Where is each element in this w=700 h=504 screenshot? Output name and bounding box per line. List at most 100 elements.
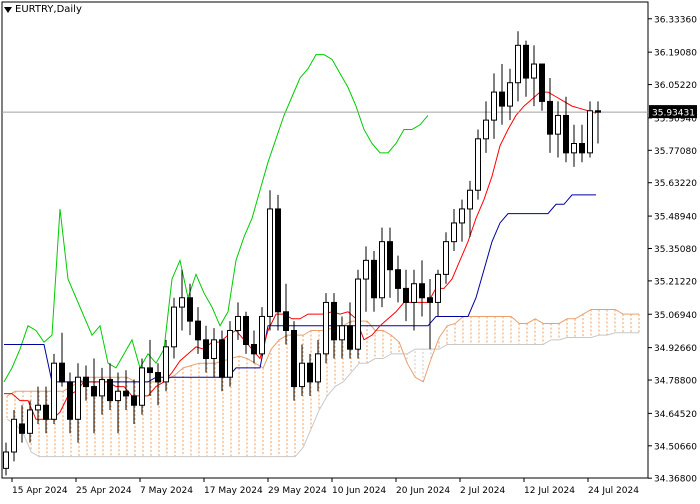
candle-body bbox=[139, 367, 145, 406]
kijun-sen-line bbox=[4, 194, 596, 383]
candle-body bbox=[203, 339, 209, 360]
y-tick-label: 35.48940 bbox=[654, 213, 697, 223]
x-tick-label: 25 Apr 2024 bbox=[76, 486, 132, 496]
candle-body bbox=[283, 311, 289, 331]
y-tick-label: 34.50660 bbox=[654, 442, 697, 452]
candle-body bbox=[563, 114, 569, 154]
candle-body bbox=[451, 222, 457, 243]
candle-body bbox=[507, 82, 513, 107]
candle-body bbox=[91, 386, 97, 397]
candle-body bbox=[475, 138, 481, 191]
candle-body bbox=[587, 110, 593, 154]
candle-body bbox=[147, 367, 153, 374]
candle-body bbox=[411, 283, 417, 303]
chikou-span-line bbox=[3, 54, 429, 383]
y-tick-label: 35.35080 bbox=[654, 245, 697, 255]
candle-body bbox=[67, 381, 73, 420]
x-tick-label: 24 Jul 2024 bbox=[588, 486, 639, 496]
y-tick-label: 34.78800 bbox=[654, 377, 697, 387]
candle-body bbox=[179, 297, 185, 308]
candle-body bbox=[251, 343, 257, 355]
candle-body bbox=[363, 259, 369, 280]
candle-body bbox=[491, 91, 497, 121]
x-tick-label: 29 May 2024 bbox=[268, 486, 327, 496]
candle-body bbox=[307, 362, 313, 383]
y-tick-label: 35.21220 bbox=[654, 277, 697, 287]
candle-body bbox=[339, 325, 345, 341]
candle-body bbox=[27, 409, 33, 434]
candle-body bbox=[115, 390, 121, 402]
candle-body bbox=[531, 63, 537, 79]
candle-body bbox=[419, 283, 425, 299]
candle-body bbox=[275, 208, 281, 313]
candle-body bbox=[235, 315, 241, 331]
chart-container: EURTRY,Daily 36.33360 36.19080 36.05220 35.… bbox=[0, 0, 700, 500]
candle-body bbox=[403, 287, 409, 303]
candle-body bbox=[579, 142, 585, 154]
chart-svg: 36.3336036.1908036.0522035.9094035.77080… bbox=[1, 1, 697, 496]
y-tick-label: 35.77080 bbox=[654, 147, 697, 157]
candle-body bbox=[59, 362, 65, 383]
candle-body bbox=[395, 269, 401, 289]
y-tick-label: 35.63220 bbox=[654, 179, 697, 189]
candle-body bbox=[323, 301, 329, 355]
x-tick-label: 20 Jun 2024 bbox=[396, 486, 450, 496]
candle-body bbox=[387, 241, 393, 271]
current-price-label: 35.93431 bbox=[652, 109, 695, 119]
candle-body bbox=[467, 189, 473, 210]
symbol-title: EURTRY,Daily bbox=[15, 4, 82, 15]
candle-body bbox=[347, 325, 353, 350]
y-tick-label: 36.33360 bbox=[654, 15, 697, 25]
candle-body bbox=[211, 339, 217, 360]
candle-body bbox=[483, 119, 489, 140]
candle-body bbox=[99, 379, 105, 397]
x-tick-label: 17 May 2024 bbox=[204, 486, 263, 496]
candle-body bbox=[267, 208, 273, 317]
y-tick-label: 34.36800 bbox=[654, 475, 697, 485]
y-tick-label: 34.92660 bbox=[654, 344, 697, 354]
dropdown-triangle-icon[interactable] bbox=[4, 6, 12, 13]
x-tick-label: 10 Jun 2024 bbox=[332, 486, 386, 496]
y-tick-label: 35.06940 bbox=[654, 311, 697, 321]
candle-body bbox=[515, 44, 521, 84]
candle-body bbox=[43, 404, 49, 420]
y-tick-label: 36.19080 bbox=[654, 49, 697, 59]
y-tick-label: 34.64520 bbox=[654, 410, 697, 420]
candle-body bbox=[571, 142, 577, 154]
candle-body bbox=[299, 362, 305, 388]
candle-body bbox=[187, 297, 193, 322]
x-tick-label: 7 May 2024 bbox=[140, 486, 193, 496]
candle-body bbox=[315, 353, 321, 383]
candle-body bbox=[459, 208, 465, 224]
candle-body bbox=[355, 278, 361, 350]
candle-body bbox=[539, 63, 545, 102]
candle-body bbox=[3, 451, 9, 469]
candle-body bbox=[243, 315, 249, 345]
candle-body bbox=[83, 376, 89, 388]
candle-body bbox=[555, 114, 561, 135]
candle-body bbox=[331, 301, 337, 341]
candle-body bbox=[499, 91, 505, 107]
candle-body bbox=[547, 100, 553, 135]
y-tick-label: 36.05220 bbox=[654, 81, 697, 91]
candle-body bbox=[523, 44, 529, 79]
candle-body bbox=[443, 241, 449, 275]
candle-body bbox=[131, 395, 137, 406]
candle-body bbox=[227, 329, 233, 378]
x-tick-label: 2 Jul 2024 bbox=[460, 486, 505, 496]
candle-body bbox=[155, 372, 161, 383]
candle-body bbox=[427, 297, 433, 303]
candle-body bbox=[75, 376, 81, 420]
x-tick-label: 12 Jul 2024 bbox=[524, 486, 575, 496]
candle-body bbox=[195, 320, 201, 341]
candle-body bbox=[371, 259, 377, 299]
candle-body bbox=[123, 390, 129, 397]
candle-body bbox=[19, 423, 25, 434]
candle-body bbox=[107, 379, 113, 402]
chart-title-box: EURTRY,Daily bbox=[4, 4, 82, 15]
candle-body bbox=[163, 346, 169, 383]
candle-body bbox=[595, 110, 601, 113]
plot-frame bbox=[1, 1, 649, 479]
candle-body bbox=[11, 418, 17, 453]
candle-body bbox=[51, 362, 57, 420]
